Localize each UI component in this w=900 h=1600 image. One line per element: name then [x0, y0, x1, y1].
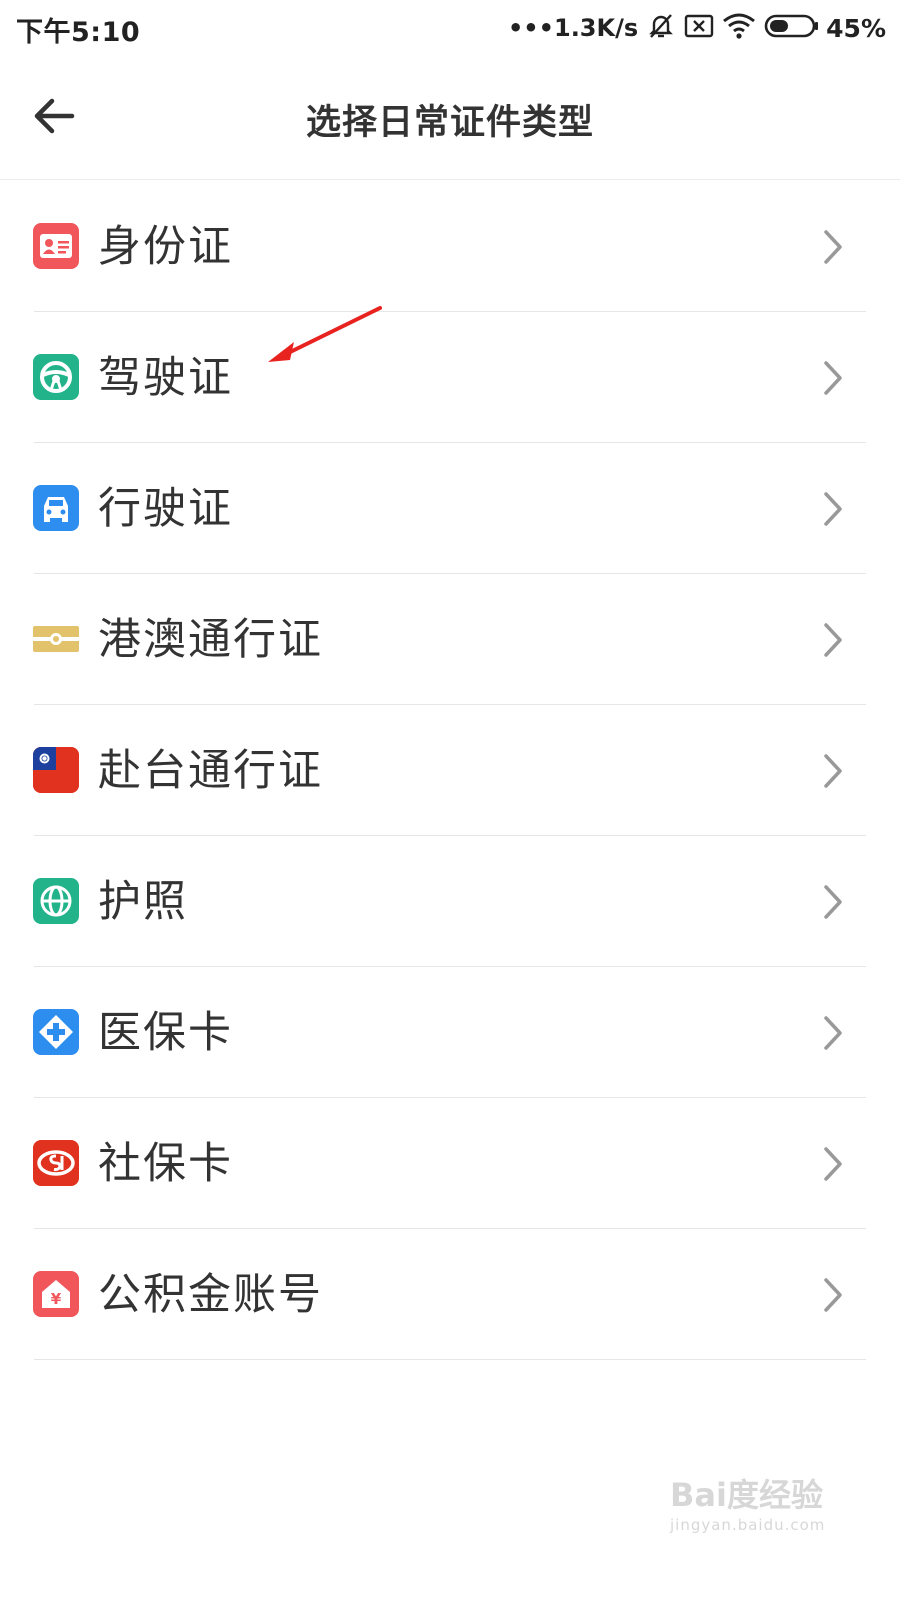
list-item-id-card[interactable]: 身份证: [0, 181, 900, 312]
watermark-logo: Bai度经验: [670, 1476, 823, 1514]
silent-icon: [646, 11, 676, 45]
battery-icon: [764, 12, 820, 44]
item-label: 行驶证: [98, 484, 233, 534]
watermark-url: jingyan.baidu.com: [670, 1516, 826, 1534]
annotation-arrow: [268, 306, 382, 362]
status-time: 下午5:10: [16, 17, 141, 48]
item-label: 护照: [98, 877, 188, 927]
chevron-right-icon: [818, 1014, 848, 1052]
svg-text:¥: ¥: [51, 1290, 62, 1308]
divider: [34, 1359, 866, 1360]
item-label: 身份证: [98, 222, 233, 272]
list-item-driver-license[interactable]: 驾驶证: [0, 312, 900, 443]
hk-macau-pass-icon: [33, 616, 79, 662]
chevron-right-icon: [818, 228, 848, 266]
page-title: 选择日常证件类型: [305, 103, 594, 143]
status-bar: 下午5:10 •••1.3K/s 45%: [0, 0, 900, 56]
app-header: 选择日常证件类型: [0, 56, 900, 180]
medical-cross-icon: [33, 1009, 79, 1055]
item-label: 港澳通行证: [98, 615, 323, 665]
sim-off-icon: [684, 13, 714, 43]
list-item-medical-card[interactable]: 医保卡: [0, 967, 900, 1098]
id-card-icon: [33, 223, 79, 269]
item-label: 社保卡: [98, 1139, 233, 1189]
chevron-right-icon: [818, 752, 848, 790]
chevron-right-icon: [818, 359, 848, 397]
item-label: 驾驶证: [98, 353, 233, 403]
globe-icon: [33, 878, 79, 924]
chevron-right-icon: [818, 1145, 848, 1183]
status-icons: •••1.3K/s 45%: [500, 8, 886, 48]
item-label: 公积金账号: [98, 1270, 323, 1320]
item-label: 医保卡: [98, 1008, 233, 1058]
list-item-housing-fund[interactable]: ¥ 公积金账号: [0, 1229, 900, 1360]
chevron-right-icon: [818, 490, 848, 528]
list-item-taiwan-pass[interactable]: 赴台通行证: [0, 705, 900, 836]
document-type-list: 身份证 驾驶证 行驶证 港澳通行证 赴台通行证 护照 医保卡 社保卡 ¥ 公积金…: [0, 181, 900, 1360]
steering-wheel-icon: [33, 354, 79, 400]
chevron-right-icon: [818, 621, 848, 659]
list-item-passport[interactable]: 护照: [0, 836, 900, 967]
social-security-icon: [33, 1140, 79, 1186]
wifi-icon: [722, 12, 756, 44]
chevron-right-icon: [818, 883, 848, 921]
item-label: 赴台通行证: [98, 746, 323, 796]
car-icon: [33, 485, 79, 531]
list-item-vehicle-license[interactable]: 行驶证: [0, 443, 900, 574]
taiwan-flag-icon: [33, 747, 79, 793]
list-item-hk-macau-pass[interactable]: 港澳通行证: [0, 574, 900, 705]
housing-fund-icon: ¥: [33, 1271, 79, 1317]
baidu-watermark: Bai度经验 jingyan.baidu.com: [670, 1470, 840, 1540]
battery-percent: 45%: [826, 13, 886, 43]
network-speed: •••1.3K/s: [507, 14, 639, 42]
chevron-right-icon: [818, 1276, 848, 1314]
list-item-social-security-card[interactable]: 社保卡: [0, 1098, 900, 1229]
